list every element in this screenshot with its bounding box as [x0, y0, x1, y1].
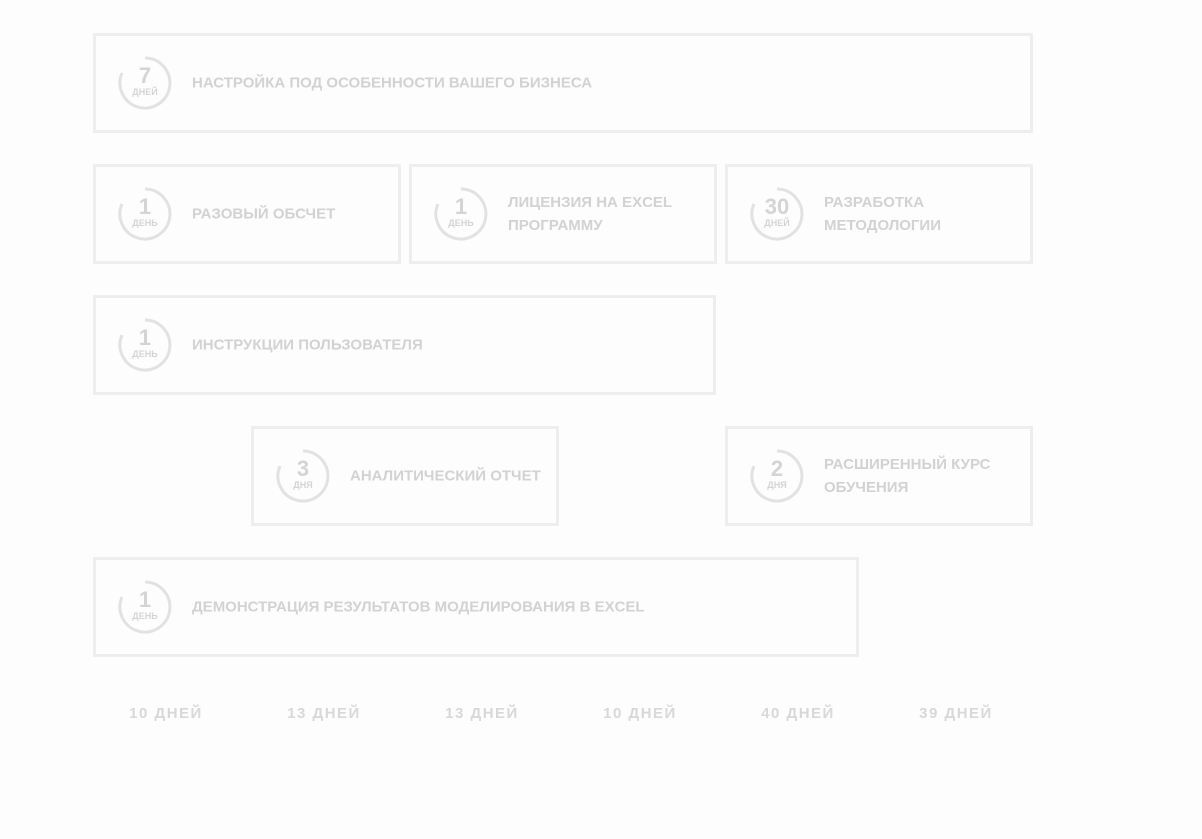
day-unit: ДЕНЬ — [448, 218, 474, 228]
stage-label: АНАЛИТИЧЕСКИЙ ОТЧЕТ — [350, 467, 541, 485]
day-count-badge: 1 ДЕНЬ — [434, 187, 488, 241]
stage-card-advanced-course[interactable]: 2 ДНЯ РАСШИРЕННЫЙ КУРС ОБУЧЕНИЯ — [725, 426, 1033, 526]
day-count-badge: 7 ДНЕЙ — [118, 56, 172, 110]
total-days-2: 13 ДНЕЙ — [287, 705, 361, 722]
day-count: 1 — [138, 194, 152, 219]
stage-label: РАЗОВЫЙ ОБСЧЕТ — [192, 205, 336, 223]
day-count-badge: 1 ДЕНЬ — [118, 580, 172, 634]
stage-label: НАСТРОЙКА ПОД ОСОБЕННОСТИ ВАШЕГО БИЗНЕСА — [192, 74, 593, 92]
day-count: 1 — [138, 587, 152, 612]
totals-row: 10 ДНЕЙ 13 ДНЕЙ 13 ДНЕЙ 10 ДНЕЙ 40 ДНЕЙ … — [93, 700, 1043, 728]
day-count: 7 — [138, 63, 152, 88]
day-unit: ДНЯ — [767, 480, 787, 490]
timeline-stage: 7 ДНЕЙ НАСТРОЙКА ПОД ОСОБЕННОСТИ ВАШЕГО … — [0, 0, 1202, 839]
day-count: 1 — [454, 194, 468, 219]
stage-card-analytic-report[interactable]: 3 ДНЯ АНАЛИТИЧЕСКИЙ ОТЧЕТ — [251, 426, 559, 526]
day-unit: ДЕНЬ — [132, 611, 158, 621]
day-unit: ДНЯ — [293, 480, 313, 490]
day-count: 30 — [764, 194, 790, 219]
day-count-badge: 1 ДЕНЬ — [118, 318, 172, 372]
stage-card-user-instructions[interactable]: 1 ДЕНЬ ИНСТРУКЦИИ ПОЛЬЗОВАТЕЛЯ — [93, 295, 716, 395]
day-unit: ДНЕЙ — [132, 87, 158, 97]
day-count: 2 — [770, 456, 784, 481]
stage-label: РАСШИРЕННЫЙ КУРС ОБУЧЕНИЯ — [824, 456, 991, 496]
day-count-badge: 1 ДЕНЬ — [118, 187, 172, 241]
stage-label: ДЕМОНСТРАЦИЯ РЕЗУЛЬТАТОВ МОДЕЛИРОВАНИЯ В… — [192, 598, 645, 616]
stage-label: РАЗРАБОТКА МЕТОДОЛОГИИ — [824, 194, 941, 234]
stage-label: ЛИЦЕНЗИЯ НА EXCEL ПРОГРАММУ — [508, 194, 672, 234]
stage-card-excel-license[interactable]: 1 ДЕНЬ ЛИЦЕНЗИЯ НА EXCEL ПРОГРАММУ — [409, 164, 717, 264]
day-count: 1 — [138, 325, 152, 350]
day-unit: ДЕНЬ — [132, 218, 158, 228]
stage-card-excel-demo[interactable]: 1 ДЕНЬ ДЕМОНСТРАЦИЯ РЕЗУЛЬТАТОВ МОДЕЛИРО… — [93, 557, 859, 657]
day-count-badge: 30 ДНЕЙ — [750, 187, 804, 241]
total-days-4: 10 ДНЕЙ — [603, 705, 677, 722]
day-count: 3 — [296, 456, 310, 481]
total-days-6: 39 ДНЕЙ — [919, 705, 993, 722]
stage-label: ИНСТРУКЦИИ ПОЛЬЗОВАТЕЛЯ — [192, 336, 423, 354]
day-count-badge: 2 ДНЯ — [750, 449, 804, 503]
stage-card-one-time-calc[interactable]: 1 ДЕНЬ РАЗОВЫЙ ОБСЧЕТ — [93, 164, 401, 264]
day-unit: ДЕНЬ — [132, 349, 158, 359]
day-count-badge: 3 ДНЯ — [276, 449, 330, 503]
total-days-3: 13 ДНЕЙ — [445, 705, 519, 722]
stage-card-methodology[interactable]: 30 ДНЕЙ РАЗРАБОТКА МЕТОДОЛОГИИ — [725, 164, 1033, 264]
total-days-5: 40 ДНЕЙ — [761, 705, 835, 722]
stage-card-business-setup[interactable]: 7 ДНЕЙ НАСТРОЙКА ПОД ОСОБЕННОСТИ ВАШЕГО … — [93, 33, 1033, 133]
day-unit: ДНЕЙ — [764, 218, 790, 228]
total-days-1: 10 ДНЕЙ — [129, 705, 203, 722]
